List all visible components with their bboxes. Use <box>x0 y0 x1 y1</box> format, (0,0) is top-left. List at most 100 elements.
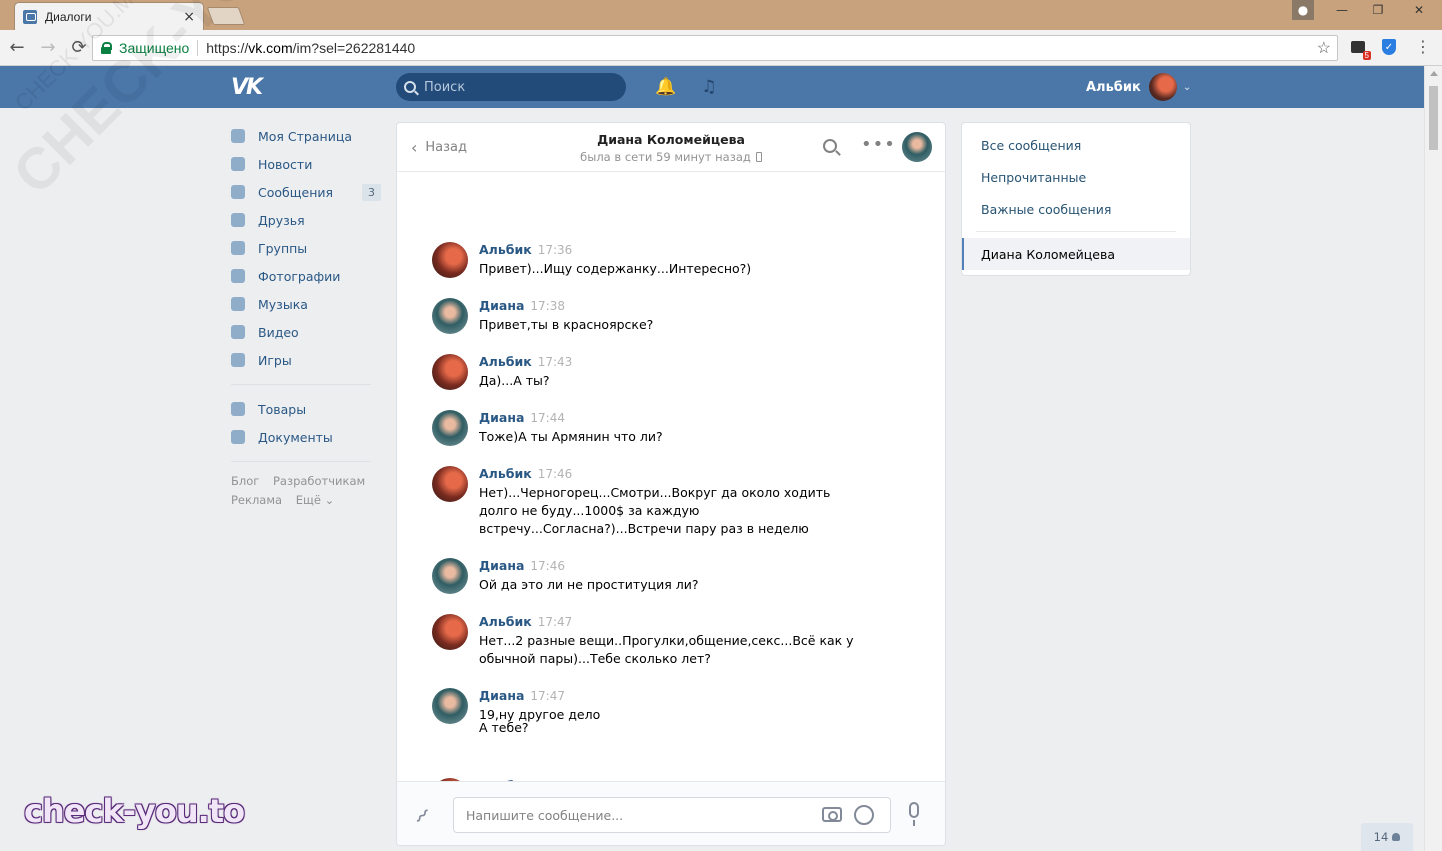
person-icon <box>1392 833 1401 841</box>
shield-extension-icon[interactable]: ✓ <box>1380 38 1398 56</box>
browser-titlebar: Диалоги × ● — ❐ ✕ <box>0 0 1442 30</box>
message-input-box[interactable] <box>453 797 891 833</box>
dialog-filters-panel: Все сообщения Непрочитанные Важные сообщен… <box>961 122 1191 276</box>
filter-item[interactable]: Все сообщения <box>962 129 1190 161</box>
vk-logo[interactable]: VK <box>231 75 265 100</box>
message-time[interactable]: 17:43 <box>538 355 573 369</box>
vk-favicon-icon <box>23 9 37 24</box>
divider <box>231 461 371 462</box>
browser-menu-icon[interactable]: ⋮ <box>1415 38 1431 56</box>
music-note-icon[interactable]: ♫ <box>700 78 718 96</box>
sidebar-item-label: Товары <box>258 401 307 417</box>
message-author[interactable]: Альбик <box>479 466 532 481</box>
avatar[interactable] <box>432 410 468 446</box>
message-time[interactable]: 17:36 <box>538 243 573 257</box>
search-icon[interactable] <box>823 139 837 153</box>
message-time[interactable]: 17:38 <box>530 299 565 313</box>
avatar[interactable] <box>432 466 468 502</box>
active-dialog-item[interactable]: Диана Коломейцева <box>962 238 1190 270</box>
avatar[interactable] <box>432 558 468 594</box>
window-controls: ● — ❐ ✕ <box>1292 0 1442 20</box>
avatar[interactable] <box>432 688 468 724</box>
filter-item[interactable]: Важные сообщения <box>962 193 1190 225</box>
sidebar-item[interactable]: Новости <box>231 150 381 178</box>
message-input[interactable] <box>466 807 806 823</box>
sidebar-item-label: Моя Страница <box>258 128 352 144</box>
avatar[interactable] <box>432 298 468 334</box>
sidebar-item[interactable]: Сообщения 3 <box>231 178 381 206</box>
sidebar-secondary-list: Товары Документы <box>231 395 381 451</box>
address-bar[interactable]: Защищено https://vk.com/im?sel=262281440… <box>92 35 1338 61</box>
message-text: Привет,ты в красноярске? <box>479 317 654 332</box>
filter-item[interactable]: Непрочитанные <box>962 161 1190 193</box>
minimize-button[interactable]: — <box>1324 0 1360 20</box>
video-icon <box>231 325 245 339</box>
back-button[interactable]: ← <box>3 34 31 62</box>
message-author[interactable]: Диана <box>479 688 524 703</box>
sidebar-item[interactable]: Фотографии <box>231 262 381 290</box>
composer: ⌇ <box>397 781 945 845</box>
message-text: Ой да это ли не проституция ли? <box>479 577 699 592</box>
sidebar-item-label: Сообщения <box>258 184 334 200</box>
sidebar-item[interactable]: Друзья <box>231 206 381 234</box>
sidebar-item[interactable]: Документы <box>231 423 381 451</box>
profile-icon[interactable]: ● <box>1292 0 1314 20</box>
message-time[interactable]: 17:47 <box>538 615 573 629</box>
online-counter[interactable]: 14 <box>1361 823 1413 851</box>
search-input[interactable] <box>424 79 604 95</box>
footer-link-blog[interactable]: Блог <box>231 474 259 488</box>
bell-icon[interactable]: 🔔 <box>655 78 676 96</box>
sidebar-main-list: Моя Страница Новости Сообщения 3 Друзья Групп… <box>231 122 381 374</box>
bookmark-star-icon[interactable]: ☆ <box>1317 38 1331 58</box>
home-icon <box>231 129 245 143</box>
avatar[interactable] <box>432 354 468 390</box>
footer-link-more[interactable]: Ещё ⌄ <box>296 493 334 507</box>
message-time[interactable]: 17:46 <box>538 467 573 481</box>
message-text: Привет)...Ищу содержанку...Интересно?) <box>479 261 752 276</box>
sidebar-item[interactable]: Видео <box>231 318 381 346</box>
message-time[interactable]: 17:47 <box>530 689 565 703</box>
reload-button[interactable]: ⟳ <box>65 34 93 62</box>
search-box[interactable] <box>396 73 626 101</box>
message-author[interactable]: Диана <box>479 558 524 573</box>
footer-link-ads[interactable]: Реклама <box>231 493 282 507</box>
message-text: Нет...2 разные вещи..Прогулки,общение,се… <box>479 633 854 666</box>
message-author[interactable]: Альбик <box>479 354 532 369</box>
watermark-logo: check-you.to <box>24 792 245 830</box>
scrollbar-thumb[interactable] <box>1429 86 1438 150</box>
message-time[interactable]: 17:46 <box>530 559 565 573</box>
peer-avatar[interactable] <box>902 132 932 162</box>
sidebar-item[interactable]: Товары <box>231 395 381 423</box>
avatar[interactable] <box>432 242 468 278</box>
scroll-up-arrow-icon[interactable] <box>1430 71 1438 76</box>
avatar[interactable] <box>432 614 468 650</box>
divider <box>231 384 371 385</box>
omnibox-divider <box>197 40 199 56</box>
message-meta: Альбик 17:36 <box>479 242 572 257</box>
sidebar-item[interactable]: Музыка <box>231 290 381 318</box>
message-text: Нет)...Черногорец...Смотри...Вокруг да о… <box>479 485 831 536</box>
more-icon[interactable]: ••• <box>861 134 896 155</box>
tab-close-button[interactable]: × <box>183 9 195 25</box>
sidebar-item[interactable]: Моя Страница <box>231 122 381 150</box>
emoji-icon[interactable] <box>854 805 874 825</box>
message-author[interactable]: Альбик <box>479 242 532 257</box>
sidebar-item[interactable]: Группы <box>231 234 381 262</box>
message-author[interactable]: Диана <box>479 298 524 313</box>
close-window-button[interactable]: ✕ <box>1396 0 1442 20</box>
page-scrollbar[interactable] <box>1424 66 1442 851</box>
message-time[interactable]: 17:44 <box>530 411 565 425</box>
browser-tab[interactable]: Диалоги × <box>14 2 204 30</box>
sidebar-item[interactable]: Игры <box>231 346 381 374</box>
message-author[interactable]: Диана <box>479 410 524 425</box>
camera-icon[interactable] <box>822 807 842 822</box>
maximize-button[interactable]: ❐ <box>1360 0 1396 20</box>
forward-button[interactable]: → <box>34 34 62 62</box>
attach-paperclip-icon[interactable]: ⌇ <box>410 804 434 828</box>
footer-link-developers[interactable]: Разработчикам <box>273 474 365 488</box>
extension-icon[interactable]: 5 <box>1349 38 1371 60</box>
microphone-icon[interactable] <box>909 802 919 826</box>
user-menu[interactable]: Альбик ⌄ <box>1086 73 1191 101</box>
message-author[interactable]: Альбик <box>479 614 532 629</box>
new-tab-button[interactable] <box>206 7 246 25</box>
